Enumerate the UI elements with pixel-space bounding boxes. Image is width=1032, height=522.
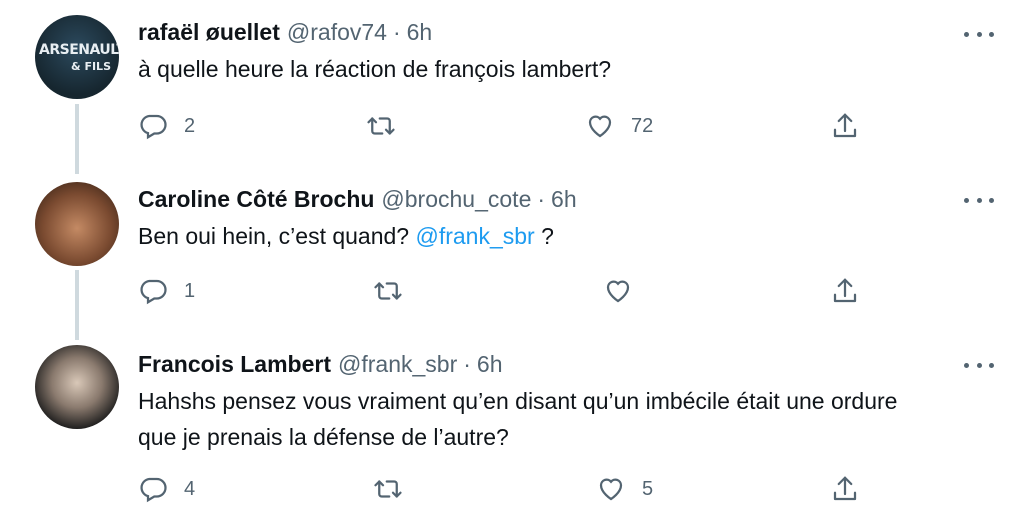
- avatar-logo-text: ARSENAULT: [39, 42, 119, 58]
- reply-icon: [140, 279, 167, 305]
- tweet-text-part: Ben oui hein, c’est quand?: [138, 223, 416, 249]
- tweet-text-part: ?: [534, 223, 554, 249]
- tweet-text-part: Hahshs pensez vous vraiment qu’en disant…: [138, 388, 898, 450]
- tweet-actions: 2 72: [138, 111, 1032, 145]
- like-button[interactable]: 72: [585, 111, 653, 141]
- more-icon[interactable]: [964, 353, 994, 377]
- separator: ·: [537, 185, 546, 212]
- tweet-text-part: à quelle heure la réaction de françois l…: [138, 56, 612, 82]
- reply-count: 4: [184, 477, 196, 500]
- retweet-button[interactable]: [366, 111, 396, 141]
- like-icon: [588, 115, 612, 138]
- retweet-button[interactable]: [373, 474, 403, 504]
- avatar[interactable]: ARSENAULT & FILS: [35, 15, 119, 99]
- like-button[interactable]: [603, 276, 633, 306]
- share-icon: [833, 278, 857, 303]
- timestamp[interactable]: 6h: [477, 351, 503, 378]
- avatar[interactable]: [35, 182, 119, 266]
- display-name[interactable]: Francois Lambert: [138, 351, 331, 378]
- mention-link[interactable]: @frank_sbr: [415, 223, 534, 249]
- tweet[interactable]: Caroline Côté Brochu @brochu_cote · 6h B…: [0, 170, 1032, 335]
- tweet-header: Francois Lambert @frank_sbr · 6h: [138, 349, 1002, 379]
- like-count: 5: [642, 477, 654, 500]
- tweet-text: Ben oui hein, c’est quand? @frank_sbr ?: [138, 218, 1002, 254]
- reply-button[interactable]: 1: [138, 276, 195, 306]
- tweet-text: à quelle heure la réaction de françois l…: [138, 51, 1002, 87]
- like-count: 72: [631, 114, 654, 137]
- like-icon: [606, 280, 630, 303]
- separator: ·: [392, 18, 401, 45]
- reply-count: 1: [184, 279, 196, 302]
- display-name[interactable]: Caroline Côté Brochu: [138, 186, 374, 213]
- user-handle[interactable]: @rafov74: [287, 19, 387, 46]
- retweet-button[interactable]: [373, 276, 403, 306]
- tweet[interactable]: ARSENAULT & FILS rafaël øuellet @rafov74…: [0, 0, 1032, 170]
- more-icon[interactable]: [964, 22, 994, 46]
- display-name[interactable]: rafaël øuellet: [138, 19, 280, 46]
- tweet[interactable]: Francois Lambert @frank_sbr · 6h Hahshs …: [0, 335, 1032, 522]
- avatar-logo-text: & FILS: [71, 60, 111, 73]
- timestamp[interactable]: 6h: [407, 19, 433, 46]
- retweet-icon: [374, 282, 402, 300]
- tweet-text: Hahshs pensez vous vraiment qu’en disant…: [138, 383, 938, 455]
- reply-icon: [140, 477, 167, 503]
- tweet-actions: 4 5: [138, 474, 1032, 508]
- share-button[interactable]: [830, 276, 860, 306]
- reply-button[interactable]: 2: [138, 111, 195, 141]
- share-icon: [833, 476, 857, 501]
- tweet-actions: 1: [138, 276, 1032, 310]
- separator: ·: [463, 350, 471, 377]
- more-icon[interactable]: [964, 188, 994, 212]
- like-icon: [599, 478, 623, 501]
- retweet-icon: [367, 117, 395, 135]
- like-button[interactable]: 5: [596, 474, 653, 504]
- avatar[interactable]: [35, 345, 119, 429]
- timestamp[interactable]: 6h: [551, 186, 577, 213]
- reply-count: 2: [184, 114, 196, 137]
- share-button[interactable]: [830, 111, 860, 141]
- reply-button[interactable]: 4: [138, 474, 195, 504]
- share-icon: [833, 113, 857, 138]
- reply-icon: [140, 114, 167, 140]
- tweet-header: rafaël øuellet @rafov74 · 6h: [138, 17, 1002, 47]
- share-button[interactable]: [830, 474, 860, 504]
- retweet-icon: [374, 480, 402, 498]
- tweet-header: Caroline Côté Brochu @brochu_cote · 6h: [138, 184, 1002, 214]
- user-handle[interactable]: @frank_sbr: [338, 351, 457, 378]
- user-handle[interactable]: @brochu_cote: [381, 186, 531, 213]
